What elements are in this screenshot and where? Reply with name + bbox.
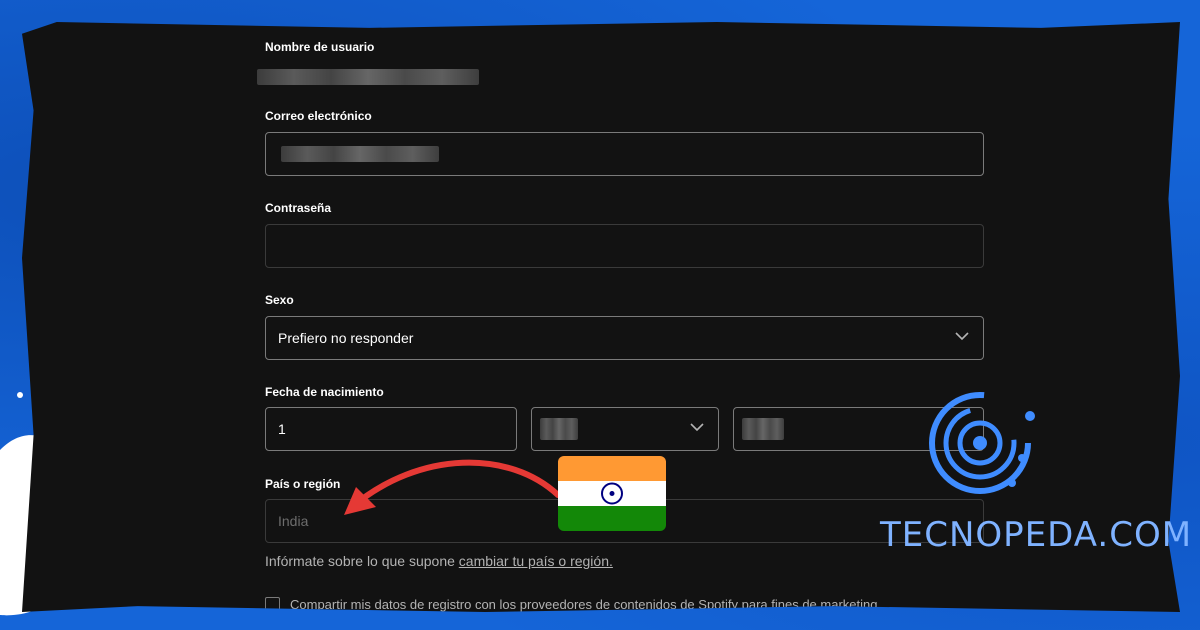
email-label: Correo electrónico: [265, 109, 372, 123]
username-value: [257, 69, 479, 90]
email-field[interactable]: [265, 132, 984, 176]
username-redacted: [257, 69, 479, 85]
gender-value: Prefiero no responder: [278, 330, 414, 346]
country-info: Infórmate sobre lo que supone cambiar tu…: [265, 553, 613, 569]
country-info-text: Infórmate sobre lo que supone: [265, 553, 455, 569]
chevron-down-icon: [690, 423, 704, 432]
tecnopeda-logo-icon: [929, 392, 1035, 494]
username-label: Nombre de usuario: [265, 40, 375, 54]
ashoka-chakra-icon: [601, 482, 623, 505]
change-country-link[interactable]: cambiar tu país o región.: [459, 553, 613, 569]
birthdate-label: Fecha de nacimiento: [265, 385, 384, 399]
gender-select[interactable]: Prefiero no responder: [265, 316, 984, 360]
india-flag: [558, 456, 666, 531]
birth-month-select[interactable]: [531, 407, 719, 451]
birth-day-value: 1: [278, 421, 286, 437]
gender-label: Sexo: [265, 293, 294, 307]
arrow-annotation: [344, 459, 561, 515]
brand-text: TECNOPEDA.COM: [880, 515, 1193, 555]
birth-month-redacted: [540, 418, 578, 440]
birth-day-field[interactable]: 1: [265, 407, 517, 451]
email-redacted: [281, 146, 439, 162]
birth-year-redacted: [742, 418, 784, 440]
country-value: India: [278, 513, 309, 529]
chevron-down-icon: [955, 332, 969, 341]
password-field[interactable]: [265, 224, 984, 268]
password-label: Contraseña: [265, 201, 332, 215]
